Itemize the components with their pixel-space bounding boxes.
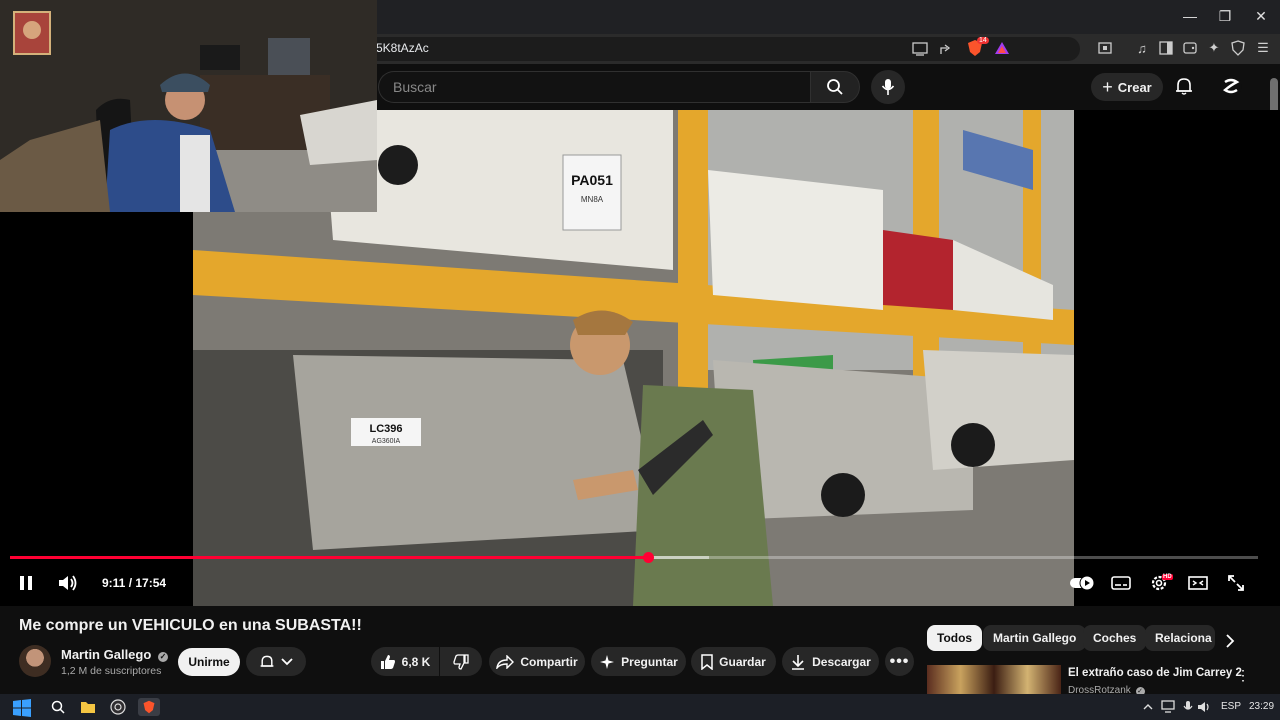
share-icon[interactable] xyxy=(937,39,957,59)
tray-chevron-up-icon[interactable] xyxy=(1142,698,1154,716)
chevron-right-icon xyxy=(1226,634,1235,648)
chip-channel[interactable]: Martin Gallego xyxy=(983,625,1087,651)
verified-icon: ✓ xyxy=(157,652,168,662)
recommendation-thumbnail[interactable] xyxy=(927,665,1061,697)
recommendation-title[interactable]: El extraño caso de Jim Carrey 2 xyxy=(1068,667,1242,679)
autoplay-toggle-icon xyxy=(1070,575,1095,591)
create-label: Crear xyxy=(1117,79,1152,95)
hd-badge: HD xyxy=(1162,574,1173,580)
thumbs-down-icon xyxy=(453,653,469,670)
time-display: 9:11 / 17:54 xyxy=(102,576,167,590)
restore-button[interactable]: ❐ xyxy=(1210,6,1240,26)
taskbar xyxy=(0,694,1280,720)
dislike-button[interactable] xyxy=(440,647,482,676)
more-horizontal-icon: ••• xyxy=(889,652,910,670)
share-label: Compartir xyxy=(520,654,578,669)
share-button[interactable]: Compartir xyxy=(489,647,585,676)
volume-tray-icon[interactable] xyxy=(1196,698,1214,716)
like-count: 6,8 K xyxy=(401,654,431,669)
download-button[interactable]: Descargar xyxy=(782,647,879,676)
video-title: Me compre un VEHICULO en una SUBASTA!! xyxy=(19,617,362,634)
bell-icon xyxy=(1176,78,1192,95)
minimize-button[interactable]: — xyxy=(1175,6,1205,26)
channel-name[interactable]: Martin Gallego ✓ xyxy=(61,647,168,662)
rewards-icon[interactable] xyxy=(992,38,1012,58)
thumbs-up-icon xyxy=(380,654,395,669)
subtitles-button[interactable] xyxy=(1109,572,1133,594)
chip-cars[interactable]: Coches xyxy=(1083,625,1147,651)
plate-front-sub: MN8A xyxy=(581,195,604,204)
share-icon xyxy=(496,654,515,669)
more-actions-button[interactable]: ••• xyxy=(885,647,914,676)
close-window-button[interactable]: ✕ xyxy=(1246,6,1276,26)
pause-button[interactable] xyxy=(14,572,38,594)
join-button[interactable]: Unirme xyxy=(178,648,240,676)
recommendation-menu-icon[interactable]: ⋮ xyxy=(1236,667,1250,684)
search-input[interactable] xyxy=(378,71,810,103)
ask-button[interactable]: Preguntar xyxy=(591,647,686,676)
microphone-tray-icon[interactable] xyxy=(1179,698,1197,716)
taskbar-search-icon[interactable] xyxy=(49,698,67,716)
ask-label: Preguntar xyxy=(621,654,678,669)
search-placeholder[interactable]: Buscar xyxy=(393,79,437,95)
media-icon[interactable] xyxy=(1095,38,1115,58)
progress-played xyxy=(10,556,648,559)
subtitles-icon xyxy=(1111,576,1131,590)
chevron-down-icon xyxy=(281,657,293,665)
channel-name-text[interactable]: Martin Gallego xyxy=(61,647,151,662)
plate-front-text: PA051 xyxy=(571,172,613,188)
sidebar-icon[interactable] xyxy=(1156,38,1176,58)
file-explorer-icon[interactable] xyxy=(79,698,97,716)
fullscreen-icon xyxy=(1228,575,1244,591)
brave-taskbar-icon[interactable] xyxy=(138,698,160,716)
volume-button[interactable] xyxy=(56,572,80,594)
bell-icon xyxy=(260,655,274,667)
voice-search-button[interactable] xyxy=(871,70,905,104)
like-button[interactable]: 6,8 K xyxy=(371,647,439,676)
save-button[interactable]: Guardar xyxy=(691,647,776,676)
volume-icon xyxy=(59,575,77,591)
subscriber-count: 1,2 M de suscriptores xyxy=(61,665,162,677)
input-language[interactable]: ESP xyxy=(1221,701,1241,712)
download-label: Descargar xyxy=(812,654,871,669)
webcam-overlay xyxy=(0,0,377,212)
plate-truck-text: LC396 xyxy=(369,423,402,435)
plus-icon: + xyxy=(1102,77,1113,97)
address-url[interactable]: 5K8tAzAc xyxy=(376,41,429,55)
subscribe-notifications-button[interactable] xyxy=(246,647,306,676)
account-avatar[interactable] xyxy=(1220,75,1242,97)
save-label: Guardar xyxy=(719,654,766,669)
fullscreen-button[interactable] xyxy=(1224,572,1248,594)
chip-related[interactable]: Relaciona xyxy=(1145,625,1215,651)
windows-start-icon[interactable] xyxy=(10,697,34,719)
network-icon[interactable] xyxy=(1160,698,1178,716)
notifications-button[interactable] xyxy=(1174,76,1194,101)
menu-icon[interactable]: ☰ xyxy=(1253,38,1273,58)
bookmark-icon xyxy=(701,653,713,670)
theater-mode-button[interactable] xyxy=(1186,572,1210,594)
vpn-icon[interactable] xyxy=(1228,38,1248,58)
channel-avatar[interactable] xyxy=(19,645,51,677)
chips-next-button[interactable] xyxy=(1219,630,1241,652)
search-button[interactable] xyxy=(810,71,860,103)
autoplay-toggle[interactable] xyxy=(1068,572,1098,594)
pause-icon xyxy=(20,576,32,590)
plate-truck-sub: AG360IA xyxy=(372,438,401,445)
obs-icon[interactable] xyxy=(109,698,127,716)
theater-icon xyxy=(1188,576,1208,590)
leo-icon[interactable]: ✦ xyxy=(1204,38,1224,58)
search-icon xyxy=(827,79,843,95)
wallet-icon[interactable] xyxy=(1180,38,1200,58)
shield-badge: 14 xyxy=(977,37,989,44)
mic-icon xyxy=(881,79,895,95)
progress-scrubber[interactable] xyxy=(642,552,654,563)
cast-icon[interactable] xyxy=(910,39,930,59)
create-button[interactable]: + Crear xyxy=(1091,73,1163,101)
music-icon[interactable]: ♫ xyxy=(1132,38,1152,58)
chip-all[interactable]: Todos xyxy=(927,625,983,651)
system-clock[interactable]: 23:29 xyxy=(1249,701,1274,712)
sparkle-icon xyxy=(600,654,615,669)
download-icon xyxy=(792,654,805,670)
